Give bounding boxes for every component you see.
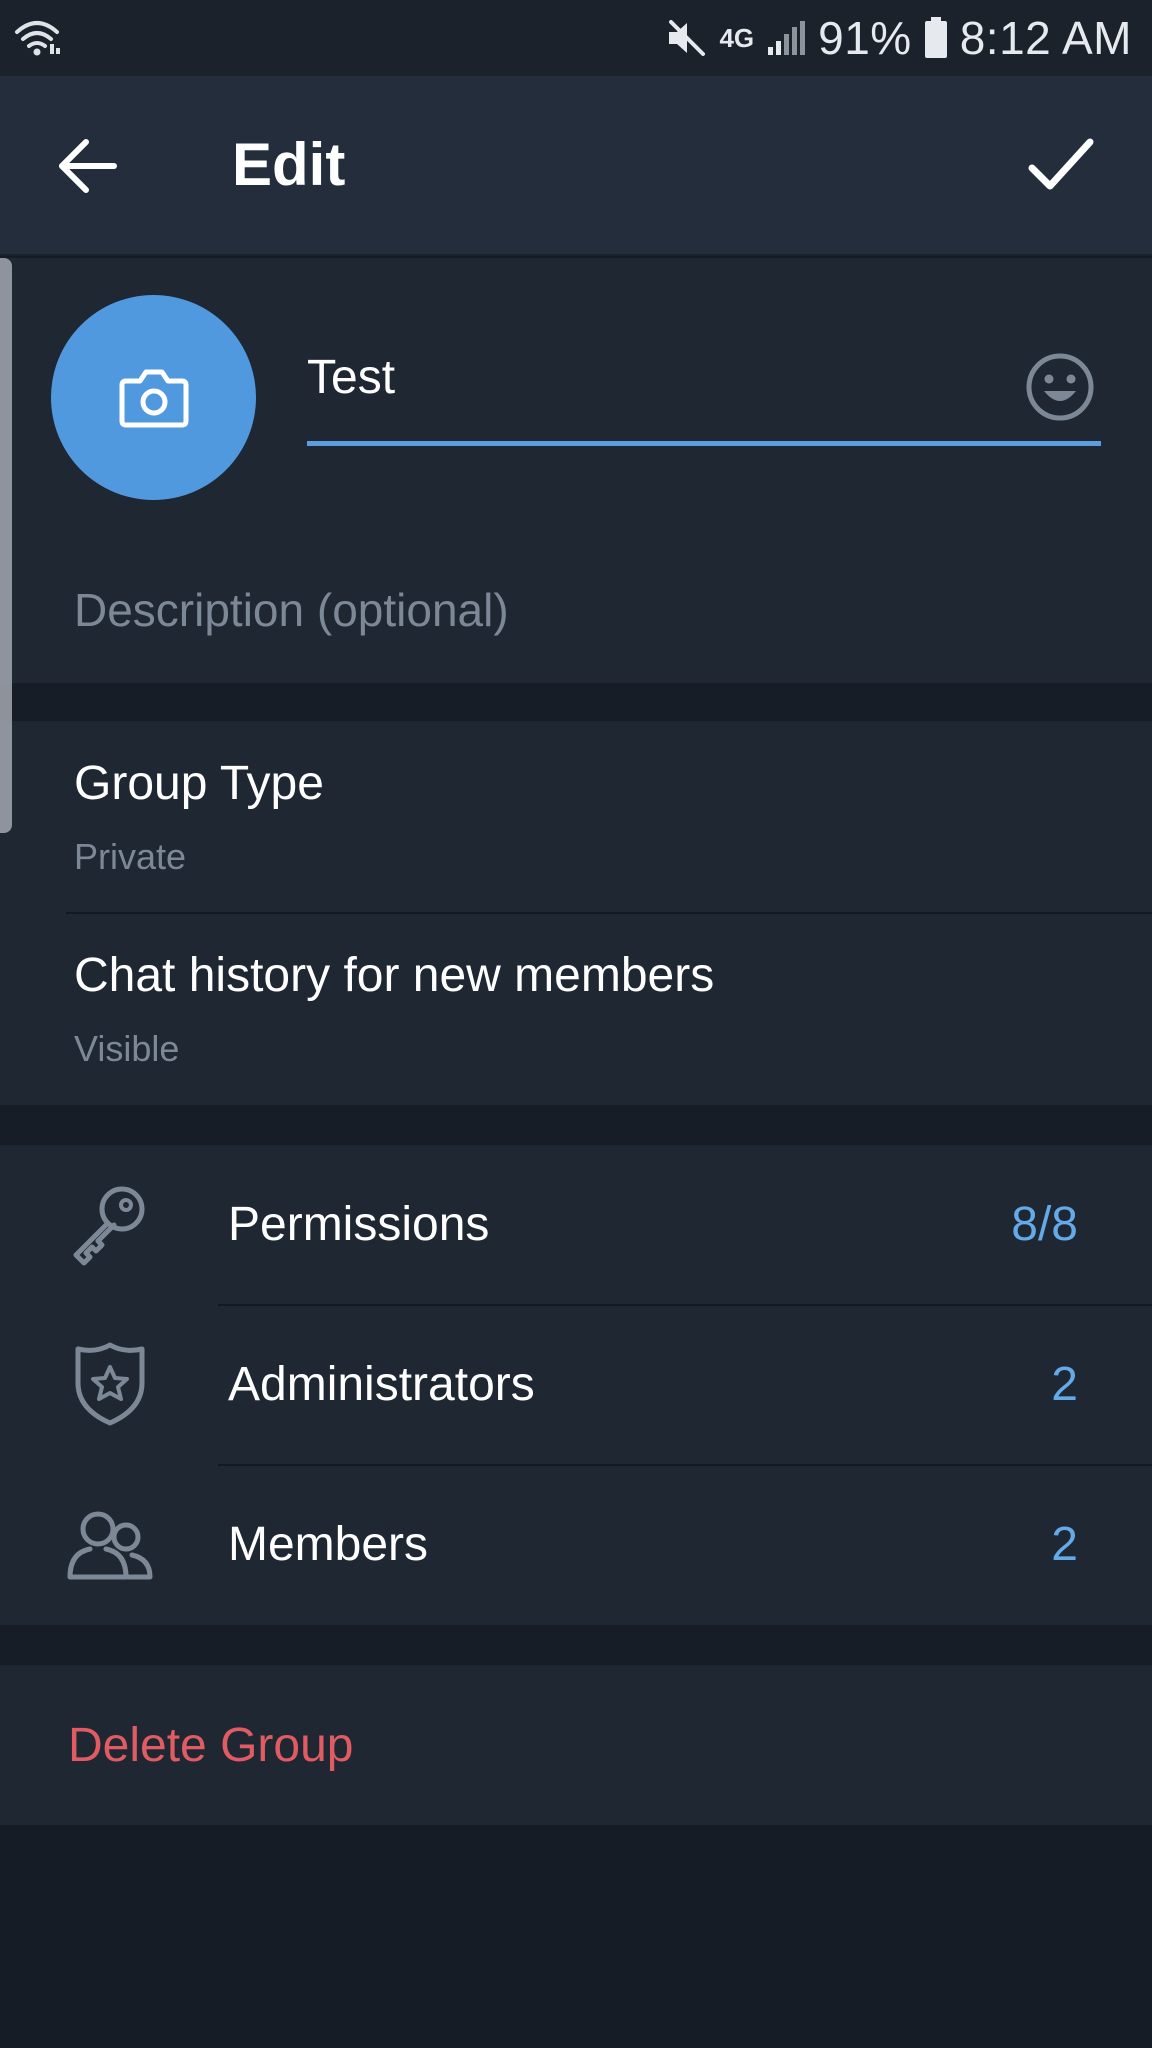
group-type-title: Group Type [74, 757, 324, 810]
page-title: Edit [232, 131, 346, 198]
back-button[interactable] [56, 134, 120, 198]
members-row[interactable]: Members 2 [0, 1465, 1152, 1625]
group-name-input[interactable]: Test [307, 348, 1101, 408]
section-gap [0, 1625, 1152, 1665]
permissions-label: Permissions [228, 1198, 490, 1251]
administrators-row[interactable]: Administrators 2 [0, 1305, 1152, 1465]
group-settings: Group Type Private Chat history for new … [0, 721, 1152, 1105]
administrators-label: Administrators [228, 1358, 535, 1411]
status-left [14, 18, 60, 58]
description-input[interactable]: Description (optional) [74, 583, 509, 637]
members-count: 2 [1051, 1518, 1078, 1571]
key-icon [73, 1186, 145, 1266]
management-list: Permissions 8/8 Administrators 2 Members… [0, 1145, 1152, 1625]
smile-icon [1026, 353, 1094, 421]
check-icon [1028, 138, 1094, 190]
status-right: 4G 91% 8:12 AM [665, 11, 1132, 65]
group-type-value: Private [74, 836, 187, 877]
signal-icon [768, 21, 806, 55]
chat-history-title: Chat history for new members [74, 949, 715, 1002]
set-photo-button[interactable] [51, 295, 256, 500]
group-type-row[interactable]: Group Type Private [0, 721, 1152, 913]
mute-icon [669, 20, 706, 56]
scroll-indicator[interactable] [0, 258, 12, 833]
members-icon [67, 1511, 153, 1580]
camera-icon [119, 369, 188, 427]
chat-history-value: Visible [74, 1028, 180, 1069]
administrators-count: 2 [1051, 1358, 1078, 1411]
status-bar: 4G 91% 8:12 AM [0, 0, 1152, 76]
emoji-button[interactable] [1024, 351, 1096, 423]
battery-icon [924, 17, 947, 58]
profile-section: Test Description (optional) [0, 258, 1152, 683]
section-gap [0, 683, 1152, 721]
edit-group-screen: 4G 91% 8:12 AM Edit Test Description (op… [0, 0, 1152, 2048]
wifi-icon [15, 21, 60, 56]
battery-percent: 91% [818, 12, 912, 64]
arrow-left-icon [59, 139, 117, 193]
danger-section: Delete Group [0, 1665, 1152, 1825]
chat-history-row[interactable]: Chat history for new members Visible [0, 913, 1152, 1105]
permissions-count: 8/8 [1011, 1198, 1078, 1251]
name-input-underline [307, 441, 1101, 446]
done-button[interactable] [1026, 132, 1096, 198]
section-gap [0, 1105, 1152, 1145]
admin-badge-icon [75, 1342, 145, 1426]
network-4g-icon: 4G [719, 23, 755, 53]
members-label: Members [228, 1518, 429, 1571]
delete-group-button[interactable]: Delete Group [68, 1718, 354, 1773]
permissions-row[interactable]: Permissions 8/8 [0, 1145, 1152, 1305]
clock: 8:12 AM [959, 12, 1132, 64]
app-bar: Edit [0, 76, 1152, 256]
